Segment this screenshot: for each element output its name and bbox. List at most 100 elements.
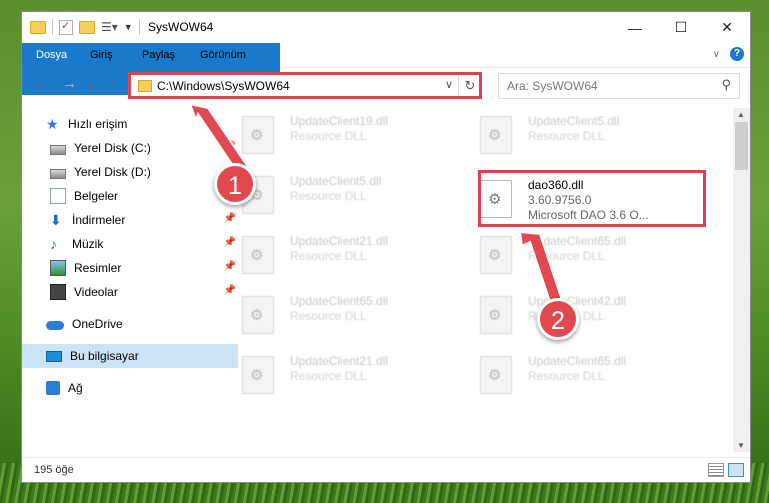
sidebar-item-quick-access[interactable]: ★ Hızlı erişim — [22, 112, 238, 136]
sidebar-item-label: İndirmeler — [72, 213, 126, 227]
divider — [138, 19, 140, 35]
sidebar-item-this-pc[interactable]: Bu bilgisayar — [22, 344, 238, 368]
search-icon[interactable]: ⚲ — [721, 77, 731, 93]
dll-file-icon — [242, 236, 274, 274]
address-bar-highlight — [128, 72, 482, 99]
file-item[interactable]: UpdateClient65.dll Resource DLL — [456, 228, 686, 280]
dll-file-icon — [480, 296, 512, 334]
maximize-button[interactable]: ☐ — [658, 12, 704, 43]
forward-arrow-icon[interactable]: → — [62, 75, 77, 92]
file-item[interactable]: UpdateClient5.dll Resource DLL — [456, 108, 686, 160]
file-list: UpdateClient19.dll Resource DLL UpdateCl… — [218, 108, 732, 448]
dll-file-icon — [242, 356, 274, 394]
file-item[interactable]: UpdateClient65.dll Resource DLL — [456, 348, 686, 400]
search-placeholder: Ara: SysWOW64 — [507, 79, 598, 93]
sidebar-item-pictures[interactable]: Resimler 📌 — [22, 256, 242, 280]
minimize-button[interactable]: — — [612, 12, 658, 43]
dll-file-icon — [242, 296, 274, 334]
up-arrow-icon[interactable]: ↑ — [108, 75, 116, 92]
music-icon: ♪ — [50, 236, 57, 252]
ribbon-tabs: Dosya Giriş Paylaş Görünüm ∨ ? — [22, 43, 750, 95]
cloud-icon — [46, 321, 64, 330]
drive-icon — [50, 168, 66, 179]
chevron-down-icon[interactable]: ▼ — [124, 22, 133, 32]
view-toggle — [708, 463, 744, 477]
tiles-view-icon[interactable] — [728, 463, 744, 477]
file-type: Resource DLL — [528, 369, 605, 383]
sidebar-item-label: Resimler — [74, 261, 122, 275]
file-name: UpdateClient65.dll — [528, 354, 627, 368]
file-name: UpdateClient5.dll — [528, 114, 620, 128]
expand-ribbon-icon[interactable]: ∨ — [713, 49, 720, 60]
customize-toolbar-icon[interactable]: ☰▾ — [101, 20, 118, 34]
sidebar-item-label: Yerel Disk (D:) — [74, 165, 151, 179]
sidebar-item-documents[interactable]: Belgeler 📌 — [22, 184, 242, 208]
file-item[interactable]: UpdateClient19.dll Resource DLL — [218, 108, 448, 160]
sidebar-item-label: Müzik — [72, 237, 104, 251]
documents-icon — [50, 188, 66, 204]
file-item[interactable]: UpdateClient21.dll Resource DLL — [218, 228, 448, 280]
scroll-up-icon[interactable]: ▲ — [737, 110, 745, 119]
sidebar-item-videos[interactable]: Videolar 📌 — [22, 280, 242, 304]
sidebar-item-downloads[interactable]: ⬇ İndirmeler 📌 — [22, 208, 242, 232]
ribbon-controls: ∨ ? — [713, 47, 744, 61]
dll-file-icon — [480, 236, 512, 274]
title-bar: ☰▾ ▼ SysWOW64 — ☐ ✕ — [22, 12, 750, 43]
sidebar-item-onedrive[interactable]: OneDrive — [22, 312, 238, 336]
sidebar-item-drive-d[interactable]: Yerel Disk (D:) 📌 — [22, 160, 242, 184]
new-folder-icon[interactable] — [79, 21, 95, 34]
sidebar-item-label: OneDrive — [72, 317, 123, 331]
file-name: UpdateClient65.dll — [528, 234, 627, 248]
sidebar-item-network[interactable]: Ağ — [22, 376, 238, 400]
dll-file-icon — [480, 356, 512, 394]
window-title: SysWOW64 — [148, 20, 214, 34]
file-name: UpdateClient5.dll — [290, 174, 382, 188]
back-arrow-icon[interactable]: ← — [34, 75, 49, 92]
quick-access-toolbar: ☰▾ ▼ — [30, 19, 140, 35]
step-badge-1: 1 — [214, 163, 256, 205]
file-item[interactable]: UpdateClient65.dll Resource DLL — [218, 288, 448, 340]
file-name: UpdateClient19.dll — [290, 114, 389, 128]
file-name: UpdateClient65.dll — [290, 294, 389, 308]
details-view-icon[interactable] — [708, 463, 724, 477]
status-bar: 195 öğe — [22, 457, 750, 482]
item-count: 195 öğe — [34, 464, 74, 476]
file-type: Resource DLL — [290, 309, 367, 323]
computer-icon — [46, 350, 62, 362]
file-highlight — [478, 170, 706, 227]
vertical-scrollbar[interactable]: ▲ ▼ — [733, 108, 750, 452]
file-type: Resource DLL — [290, 369, 367, 383]
search-input[interactable]: Ara: SysWOW64 ⚲ — [498, 73, 740, 99]
pictures-icon — [50, 260, 66, 276]
file-item[interactable]: UpdateClient21.dll Resource DLL — [218, 348, 448, 400]
file-type: Resource DLL — [290, 129, 367, 143]
scroll-down-icon[interactable]: ▼ — [737, 441, 745, 450]
sidebar-item-label: Ağ — [68, 381, 83, 395]
recent-locations-icon[interactable]: ▾ — [88, 80, 93, 91]
file-name: UpdateClient21.dll — [290, 354, 389, 368]
file-type: Resource DLL — [528, 129, 605, 143]
navigation-pane: ★ Hızlı erişim Yerel Disk (C:) 📌 Yerel D… — [22, 108, 238, 448]
sidebar-item-label: Videolar — [74, 285, 118, 299]
sidebar-item-label: Belgeler — [74, 189, 119, 203]
tab-view[interactable]: Görünüm — [190, 43, 256, 67]
file-type: Resource DLL — [290, 189, 367, 203]
scroll-thumb[interactable] — [735, 122, 748, 170]
dll-file-icon — [242, 116, 274, 154]
sidebar-item-label: Yerel Disk (C:) — [74, 141, 151, 155]
network-icon — [46, 381, 60, 395]
tab-share[interactable]: Paylaş — [132, 43, 185, 67]
properties-icon[interactable] — [59, 19, 73, 35]
divider — [52, 19, 53, 35]
close-button[interactable]: ✕ — [704, 12, 750, 43]
sidebar-item-drive-c[interactable]: Yerel Disk (C:) 📌 — [22, 136, 242, 160]
help-icon[interactable]: ? — [730, 47, 744, 61]
sidebar-item-label: Bu bilgisayar — [70, 349, 139, 363]
folder-icon — [30, 21, 46, 34]
step-badge-2: 2 — [537, 298, 579, 340]
videos-icon — [50, 284, 66, 300]
sidebar-item-music[interactable]: ♪ Müzik 📌 — [22, 232, 242, 256]
file-name: UpdateClient21.dll — [290, 234, 389, 248]
sidebar-item-label: Hızlı erişim — [68, 117, 128, 131]
tab-home[interactable]: Giriş — [80, 43, 123, 67]
